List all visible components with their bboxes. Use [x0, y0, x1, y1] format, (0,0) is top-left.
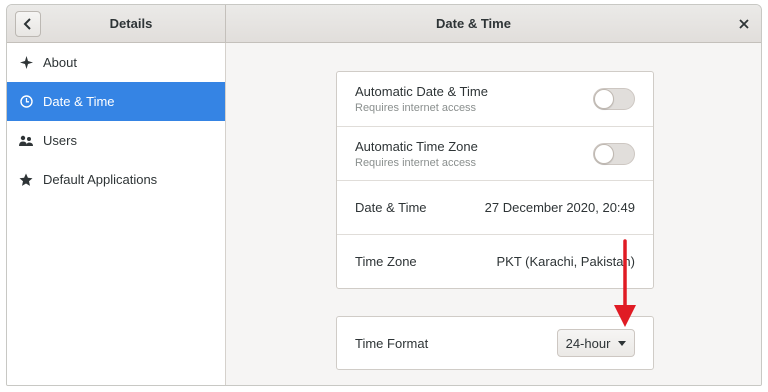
star-sparkle-icon: [19, 56, 33, 70]
chevron-left-icon: [23, 18, 31, 30]
sidebar-item-label: About: [43, 55, 77, 70]
clock-icon: [19, 95, 33, 109]
page-title: Date & Time: [436, 16, 511, 31]
sidebar-title: Details: [109, 16, 153, 31]
users-icon: [19, 134, 33, 148]
sidebar-item-label: Users: [43, 133, 77, 148]
close-icon: [739, 19, 749, 29]
sidebar: About Date & Time Users Default Applicat…: [7, 43, 226, 385]
settings-window: Details Date & Time About Date & Time Us…: [6, 4, 762, 386]
main-content: Automatic Date & Time Requires internet …: [226, 43, 761, 385]
sidebar-item-label: Date & Time: [43, 94, 115, 109]
sidebar-item-date-time[interactable]: Date & Time: [7, 82, 225, 121]
sidebar-header: Details: [7, 5, 226, 43]
sidebar-item-label: Default Applications: [43, 172, 158, 187]
annotation-arrow-icon: [614, 239, 636, 327]
sidebar-item-users[interactable]: Users: [7, 121, 225, 160]
sidebar-item-default-applications[interactable]: Default Applications: [7, 160, 225, 199]
back-button[interactable]: [15, 11, 41, 37]
star-icon: [19, 173, 33, 187]
header-bar: Details Date & Time: [7, 5, 761, 43]
close-button[interactable]: [733, 13, 755, 35]
sidebar-item-about[interactable]: About: [7, 43, 225, 82]
